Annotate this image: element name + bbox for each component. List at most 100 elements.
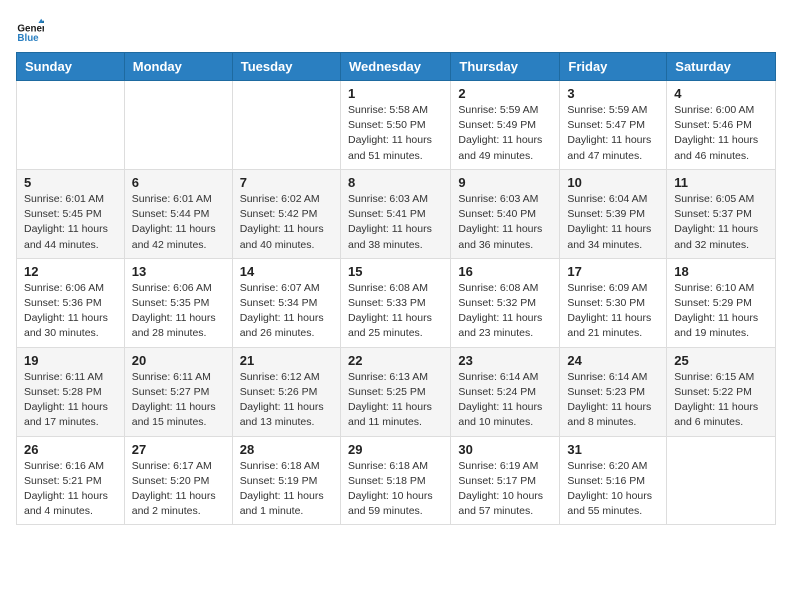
day-cell: 2Sunrise: 5:59 AMSunset: 5:49 PMDaylight… xyxy=(451,81,560,170)
day-number: 6 xyxy=(132,175,225,190)
day-number: 3 xyxy=(567,86,659,101)
logo: General Blue xyxy=(16,16,44,44)
col-header-friday: Friday xyxy=(560,53,667,81)
day-number: 11 xyxy=(674,175,768,190)
svg-text:Blue: Blue xyxy=(17,33,39,44)
logo-icon: General Blue xyxy=(16,16,44,44)
day-cell: 9 Sunrise: 6:03 AMSunset: 5:40 PMDaylight… xyxy=(451,169,560,258)
day-number: 17 xyxy=(567,264,659,279)
day-cell: 3 Sunrise: 5:59 AMSunset: 5:47 PMDaylight… xyxy=(560,81,667,170)
day-cell: 26 Sunrise: 6:16 AMSunset: 5:21 PMDayligh… xyxy=(17,436,125,525)
day-info: Sunrise: 6:17 AMSunset: 5:20 PMDaylight:… xyxy=(132,459,225,520)
col-header-sunday: Sunday xyxy=(17,53,125,81)
day-cell xyxy=(232,81,340,170)
day-cell: 13 Sunrise: 6:06 AMSunset: 5:35 PMDayligh… xyxy=(124,258,232,347)
day-cell xyxy=(124,81,232,170)
day-cell: 14 Sunrise: 6:07 AMSunset: 5:34 PMDayligh… xyxy=(232,258,340,347)
day-info: Sunrise: 6:14 AMSunset: 5:23 PMDaylight:… xyxy=(567,370,659,431)
col-header-monday: Monday xyxy=(124,53,232,81)
day-info: Sunrise: 6:11 AMSunset: 5:27 PMDaylight:… xyxy=(132,370,225,431)
day-number: 23 xyxy=(458,353,552,368)
day-info: Sunrise: 6:11 AMSunset: 5:28 PMDaylight:… xyxy=(24,370,117,431)
week-row-4: 19Sunrise: 6:11 AMSunset: 5:28 PMDayligh… xyxy=(17,347,776,436)
page-header: General Blue xyxy=(16,16,776,44)
day-number: 4 xyxy=(674,86,768,101)
day-number: 29 xyxy=(348,442,443,457)
day-number: 25 xyxy=(674,353,768,368)
day-cell: 1 Sunrise: 5:58 AMSunset: 5:50 PMDaylight… xyxy=(340,81,450,170)
day-info: Sunrise: 5:58 AMSunset: 5:50 PMDaylight:… xyxy=(348,103,443,164)
week-row-5: 26 Sunrise: 6:16 AMSunset: 5:21 PMDayligh… xyxy=(17,436,776,525)
day-cell: 17 Sunrise: 6:09 AMSunset: 5:30 PMDayligh… xyxy=(560,258,667,347)
day-info: Sunrise: 6:18 AMSunset: 5:19 PMDaylight:… xyxy=(240,459,333,520)
day-number: 22 xyxy=(348,353,443,368)
day-info: Sunrise: 6:07 AMSunset: 5:34 PMDaylight:… xyxy=(240,281,333,342)
day-info: Sunrise: 6:09 AMSunset: 5:30 PMDaylight:… xyxy=(567,281,659,342)
day-info: Sunrise: 6:18 AMSunset: 5:18 PMDaylight:… xyxy=(348,459,443,520)
day-cell: 7 Sunrise: 6:02 AMSunset: 5:42 PMDaylight… xyxy=(232,169,340,258)
day-info: Sunrise: 6:00 AMSunset: 5:46 PMDaylight:… xyxy=(674,103,768,164)
day-number: 7 xyxy=(240,175,333,190)
day-number: 30 xyxy=(458,442,552,457)
day-number: 14 xyxy=(240,264,333,279)
day-number: 15 xyxy=(348,264,443,279)
day-number: 31 xyxy=(567,442,659,457)
day-cell: 5 Sunrise: 6:01 AMSunset: 5:45 PMDaylight… xyxy=(17,169,125,258)
day-cell xyxy=(667,436,776,525)
day-info: Sunrise: 5:59 AMSunset: 5:49 PMDaylight:… xyxy=(458,103,552,164)
day-cell: 30 Sunrise: 6:19 AMSunset: 5:17 PMDayligh… xyxy=(451,436,560,525)
day-number: 16 xyxy=(458,264,552,279)
week-row-3: 12 Sunrise: 6:06 AMSunset: 5:36 PMDayligh… xyxy=(17,258,776,347)
day-info: Sunrise: 6:16 AMSunset: 5:21 PMDaylight:… xyxy=(24,459,117,520)
day-info: Sunrise: 6:02 AMSunset: 5:42 PMDaylight:… xyxy=(240,192,333,253)
day-number: 24 xyxy=(567,353,659,368)
day-cell: 27 Sunrise: 6:17 AMSunset: 5:20 PMDayligh… xyxy=(124,436,232,525)
day-info: Sunrise: 6:15 AMSunset: 5:22 PMDaylight:… xyxy=(674,370,768,431)
day-info: Sunrise: 6:01 AMSunset: 5:44 PMDaylight:… xyxy=(132,192,225,253)
day-info: Sunrise: 6:13 AMSunset: 5:25 PMDaylight:… xyxy=(348,370,443,431)
day-info: Sunrise: 6:05 AMSunset: 5:37 PMDaylight:… xyxy=(674,192,768,253)
day-number: 27 xyxy=(132,442,225,457)
week-row-1: 1 Sunrise: 5:58 AMSunset: 5:50 PMDaylight… xyxy=(17,81,776,170)
day-cell: 19Sunrise: 6:11 AMSunset: 5:28 PMDayligh… xyxy=(17,347,125,436)
day-info: Sunrise: 6:19 AMSunset: 5:17 PMDaylight:… xyxy=(458,459,552,520)
day-info: Sunrise: 6:10 AMSunset: 5:29 PMDaylight:… xyxy=(674,281,768,342)
day-number: 13 xyxy=(132,264,225,279)
day-info: Sunrise: 6:06 AMSunset: 5:35 PMDaylight:… xyxy=(132,281,225,342)
day-info: Sunrise: 6:04 AMSunset: 5:39 PMDaylight:… xyxy=(567,192,659,253)
day-cell: 15 Sunrise: 6:08 AMSunset: 5:33 PMDayligh… xyxy=(340,258,450,347)
col-header-saturday: Saturday xyxy=(667,53,776,81)
day-cell: 21Sunrise: 6:12 AMSunset: 5:26 PMDayligh… xyxy=(232,347,340,436)
day-number: 12 xyxy=(24,264,117,279)
day-info: Sunrise: 6:01 AMSunset: 5:45 PMDaylight:… xyxy=(24,192,117,253)
col-header-wednesday: Wednesday xyxy=(340,53,450,81)
day-cell: 29 Sunrise: 6:18 AMSunset: 5:18 PMDayligh… xyxy=(340,436,450,525)
day-cell: 18Sunrise: 6:10 AMSunset: 5:29 PMDayligh… xyxy=(667,258,776,347)
day-info: Sunrise: 6:03 AMSunset: 5:40 PMDaylight:… xyxy=(458,192,552,253)
col-header-tuesday: Tuesday xyxy=(232,53,340,81)
day-info: Sunrise: 6:08 AMSunset: 5:32 PMDaylight:… xyxy=(458,281,552,342)
day-number: 5 xyxy=(24,175,117,190)
day-info: Sunrise: 6:06 AMSunset: 5:36 PMDaylight:… xyxy=(24,281,117,342)
day-number: 8 xyxy=(348,175,443,190)
day-cell xyxy=(17,81,125,170)
day-cell: 12 Sunrise: 6:06 AMSunset: 5:36 PMDayligh… xyxy=(17,258,125,347)
day-cell: 24 Sunrise: 6:14 AMSunset: 5:23 PMDayligh… xyxy=(560,347,667,436)
day-info: Sunrise: 5:59 AMSunset: 5:47 PMDaylight:… xyxy=(567,103,659,164)
day-cell: 16 Sunrise: 6:08 AMSunset: 5:32 PMDayligh… xyxy=(451,258,560,347)
day-cell: 6 Sunrise: 6:01 AMSunset: 5:44 PMDaylight… xyxy=(124,169,232,258)
day-cell: 20Sunrise: 6:11 AMSunset: 5:27 PMDayligh… xyxy=(124,347,232,436)
day-number: 28 xyxy=(240,442,333,457)
day-info: Sunrise: 6:03 AMSunset: 5:41 PMDaylight:… xyxy=(348,192,443,253)
day-info: Sunrise: 6:08 AMSunset: 5:33 PMDaylight:… xyxy=(348,281,443,342)
day-number: 26 xyxy=(24,442,117,457)
day-cell: 25 Sunrise: 6:15 AMSunset: 5:22 PMDayligh… xyxy=(667,347,776,436)
day-info: Sunrise: 6:12 AMSunset: 5:26 PMDaylight:… xyxy=(240,370,333,431)
day-number: 9 xyxy=(458,175,552,190)
day-info: Sunrise: 6:14 AMSunset: 5:24 PMDaylight:… xyxy=(458,370,552,431)
day-cell: 28 Sunrise: 6:18 AMSunset: 5:19 PMDayligh… xyxy=(232,436,340,525)
day-number: 1 xyxy=(348,86,443,101)
header-row: SundayMondayTuesdayWednesdayThursdayFrid… xyxy=(17,53,776,81)
day-cell: 4 Sunrise: 6:00 AMSunset: 5:46 PMDaylight… xyxy=(667,81,776,170)
calendar-table: SundayMondayTuesdayWednesdayThursdayFrid… xyxy=(16,52,776,525)
